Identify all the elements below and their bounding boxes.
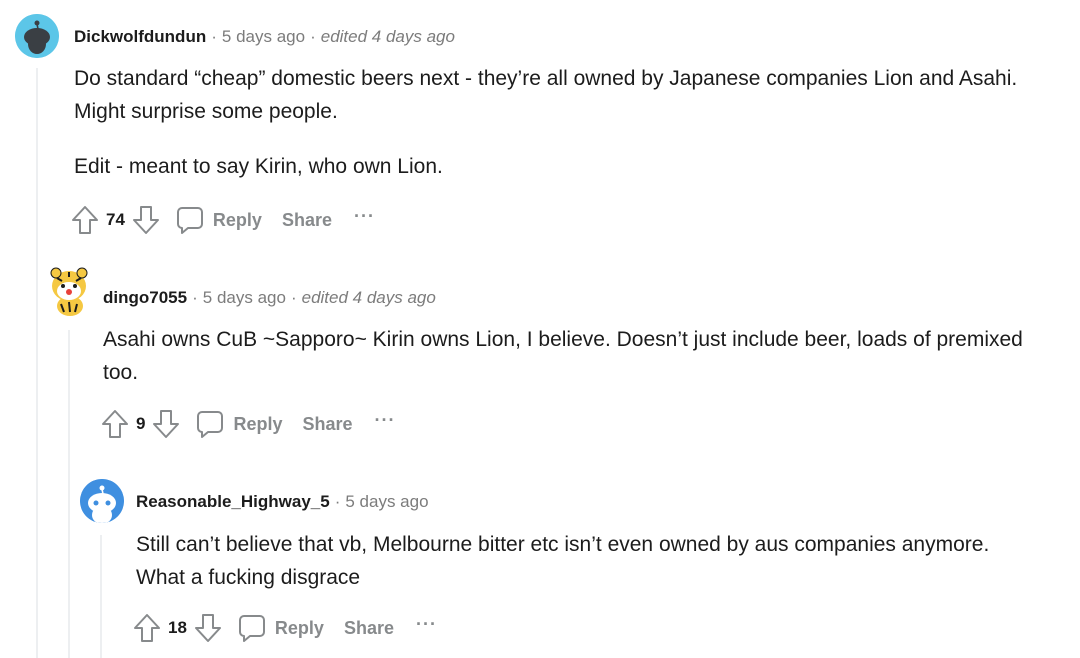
author-name[interactable]: dingo7055 (103, 288, 187, 307)
downvote-icon[interactable] (193, 612, 223, 644)
more-icon: ··· (374, 409, 396, 430)
comment-actions: 18 Reply Share ··· (132, 610, 437, 646)
share-button[interactable]: Share (344, 618, 394, 639)
avatar[interactable] (47, 264, 93, 316)
edited-timestamp: edited 4 days ago (320, 27, 455, 46)
author-name[interactable]: Dickwolfdundun (74, 27, 206, 46)
timestamp[interactable]: 5 days ago (203, 288, 286, 307)
comment-paragraph: Do standard “cheap” domestic beers next … (74, 67, 1018, 123)
reply-button[interactable]: Reply (195, 409, 283, 439)
tiger-avatar-icon (50, 267, 88, 316)
comment-paragraph: Edit - meant to say Kirin, who own Lion. (74, 155, 443, 178)
upvote-icon[interactable] (132, 612, 162, 644)
thread-line-level-3[interactable] (100, 535, 102, 658)
share-button[interactable]: Share (282, 210, 332, 231)
thread-line-level-1[interactable] (36, 68, 38, 658)
comment-meta: Dickwolfdundun · 5 days ago · edited 4 days … (74, 27, 455, 47)
timestamp[interactable]: 5 days ago (222, 27, 305, 46)
meta-separator: · (334, 492, 341, 511)
comment-bubble-icon (197, 411, 224, 438)
comment-body: Still can’t believe that vb, Melbourne b… (136, 528, 1036, 594)
downvote-icon[interactable] (131, 204, 161, 236)
meta-separator: · (310, 27, 316, 46)
reply-label: Reply (212, 209, 262, 230)
comment-body: Do standard “cheap” domestic beers next … (74, 62, 1064, 183)
more-options-button[interactable]: ··· (375, 410, 396, 431)
comment-bubble-icon (176, 207, 203, 234)
thread-line-level-2[interactable] (68, 330, 70, 658)
vote-score: 74 (106, 210, 125, 229)
downvote-icon[interactable] (151, 408, 181, 440)
edited-timestamp: edited 4 days ago (301, 288, 436, 307)
avatar[interactable] (15, 14, 59, 58)
upvote-icon[interactable] (100, 408, 130, 440)
comment-paragraph: Asahi owns CuB ~Sapporo~ Kirin owns Lion… (103, 328, 1023, 384)
avatar[interactable] (80, 479, 124, 523)
comment-meta: Reasonable_Highway_5 · 5 days ago (136, 492, 429, 512)
vote-score: 9 (136, 414, 146, 433)
more-icon: ··· (415, 613, 437, 634)
more-options-button[interactable]: ··· (416, 614, 437, 635)
more-icon: ··· (353, 205, 375, 226)
snoo-icon (80, 479, 124, 523)
share-label: Share (281, 209, 332, 230)
snoo-icon (15, 14, 59, 58)
reply-button[interactable]: Reply (175, 205, 262, 235)
more-options-button[interactable]: ··· (354, 206, 375, 227)
comment-meta: dingo7055 · 5 days ago · edited 4 days ago (103, 288, 436, 308)
upvote-icon[interactable] (70, 204, 100, 236)
meta-separator: · (290, 288, 297, 307)
comment-bubble-icon (238, 615, 265, 642)
author-name[interactable]: Reasonable_Highway_5 (136, 492, 330, 511)
comment-paragraph: Still can’t believe that vb, Melbourne b… (136, 533, 990, 589)
timestamp[interactable]: 5 days ago (345, 492, 428, 511)
comment-actions: 74 Reply Share ··· (70, 202, 375, 238)
meta-separator: · (211, 27, 217, 46)
meta-separator: · (192, 288, 198, 307)
share-button[interactable]: Share (303, 414, 353, 435)
vote-score: 18 (168, 618, 187, 637)
reply-label: Reply (274, 617, 324, 638)
reply-button[interactable]: Reply (237, 613, 324, 643)
comment-actions: 9 Reply Share ··· (100, 406, 396, 442)
share-label: Share (343, 617, 394, 638)
share-label: Share (302, 413, 353, 434)
reply-label: Reply (233, 413, 283, 434)
comment-body: Asahi owns CuB ~Sapporo~ Kirin owns Lion… (103, 323, 1033, 389)
